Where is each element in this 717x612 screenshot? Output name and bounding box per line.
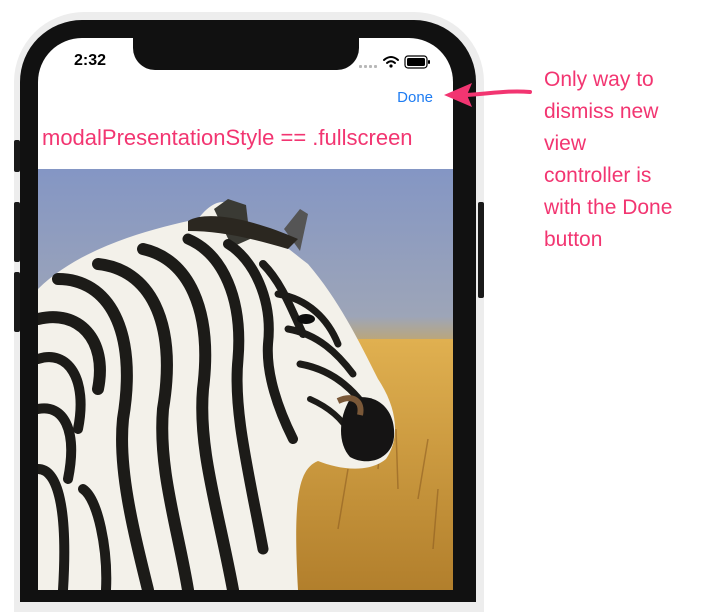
- annotation-arrow: [444, 83, 532, 107]
- annotation-line: view: [544, 132, 587, 155]
- status-time: 2:32: [74, 52, 107, 69]
- annotation-line: with the Done: [544, 196, 673, 219]
- power-button: [478, 202, 484, 298]
- annotation-line: dismiss new: [544, 100, 659, 123]
- wifi-icon: [383, 56, 399, 68]
- device-notch: [133, 38, 359, 70]
- annotation-text: Only way to dismiss new view controller …: [544, 64, 709, 256]
- annotation-line: controller is: [544, 164, 652, 187]
- page-title: modalPresentationStyle == .fullscreen: [42, 125, 413, 150]
- cellular-signal-icon: [359, 65, 377, 68]
- annotation-line: Only way to: [544, 68, 654, 91]
- annotation-line: button: [544, 228, 603, 251]
- zebra-photo: [38, 169, 453, 590]
- done-button[interactable]: Done: [397, 89, 433, 106]
- battery-icon: [404, 55, 430, 69]
- status-icons: [359, 55, 431, 69]
- device-screen: 2:32 Done modalPresentationStyle == .ful…: [38, 38, 453, 590]
